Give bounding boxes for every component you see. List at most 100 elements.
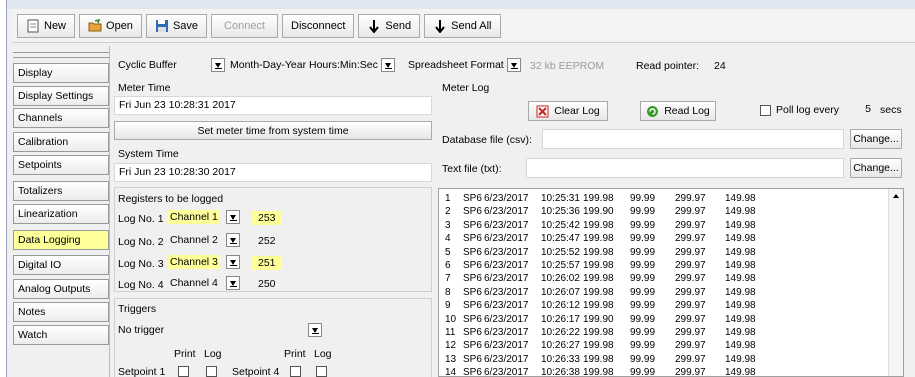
- change-database-file-button[interactable]: Change...: [850, 129, 902, 149]
- log-no-label: Log No. 4: [118, 279, 164, 291]
- date-format-select[interactable]: Month-Day-Year Hours:Min:Sec: [230, 58, 395, 72]
- disconnect-button[interactable]: Disconnect: [282, 13, 355, 38]
- chevron-down-icon[interactable]: [225, 255, 240, 269]
- poll-log-checkbox[interactable]: [760, 105, 771, 116]
- log-channel-value: Channel 1: [168, 210, 220, 224]
- log-no-label: Log No. 1: [118, 213, 164, 225]
- sidebar-item-display-settings[interactable]: Display Settings: [13, 86, 109, 106]
- refresh-icon: [647, 105, 659, 117]
- save-button[interactable]: Save: [145, 13, 208, 38]
- log-cell: 8: [445, 286, 451, 298]
- title-strip: [7, 0, 915, 9]
- log-cell: SP6: [463, 286, 482, 298]
- chevron-down-icon[interactable]: [506, 58, 521, 72]
- log-cell: 199.98: [583, 246, 614, 258]
- log-cell: 10:25:31: [541, 193, 580, 204]
- new-button[interactable]: New: [17, 13, 76, 38]
- clear-log-icon: [536, 105, 549, 117]
- connect-button[interactable]: Connect: [211, 13, 278, 38]
- sidebar-item-linearization[interactable]: Linearization: [13, 204, 109, 224]
- chevron-down-icon[interactable]: [380, 58, 395, 72]
- log-cell: SP6: [463, 313, 482, 325]
- log-cell: 299.97: [675, 353, 706, 365]
- log-channel-select[interactable]: Channel 2: [168, 233, 240, 247]
- sidebar-item-notes[interactable]: Notes: [13, 302, 109, 322]
- poll-interval-input[interactable]: 5: [840, 100, 876, 119]
- nav-divider: [13, 52, 109, 58]
- log-cell: 7: [445, 273, 451, 285]
- log-cell: 149.98: [725, 367, 756, 377]
- chevron-down-icon[interactable]: [210, 58, 225, 72]
- read-log-button[interactable]: Read Log: [640, 101, 716, 121]
- log-cell: 6/23/2017: [484, 219, 529, 231]
- log-cell: 149.98: [725, 353, 756, 365]
- log-cell: 199.98: [583, 340, 614, 352]
- sidebar-item-display[interactable]: Display: [13, 63, 109, 83]
- log-cell: 99.99: [630, 273, 656, 285]
- read-log-label: Read Log: [664, 105, 710, 117]
- log-channel-select[interactable]: Channel 1: [168, 210, 240, 224]
- trigger-value: No trigger: [118, 324, 165, 336]
- text-file-input[interactable]: [526, 158, 844, 178]
- meter-time-heading: Meter Time: [118, 82, 171, 94]
- open-button[interactable]: Open: [79, 13, 142, 38]
- log-cell: 149.98: [725, 233, 756, 245]
- chevron-down-icon[interactable]: [225, 276, 240, 290]
- trigger-select[interactable]: No trigger: [118, 323, 322, 337]
- log-cell: 6/23/2017: [484, 206, 529, 218]
- setpoint4-log-checkbox[interactable]: [316, 366, 327, 377]
- log-scrollbar[interactable]: [888, 189, 903, 376]
- database-file-input[interactable]: [542, 129, 844, 149]
- log-cell: 5: [445, 246, 451, 258]
- log-cell: SP6: [463, 300, 482, 312]
- chevron-down-icon[interactable]: [225, 210, 240, 224]
- change-button-label: Change...: [853, 162, 899, 174]
- log-cell: 6/23/2017: [484, 327, 529, 338]
- change-button-label: Change...: [853, 133, 899, 145]
- log-cell: 99.99: [630, 340, 656, 352]
- sidebar-item-channels[interactable]: Channels: [13, 108, 109, 128]
- sidebar-item-analog-outputs[interactable]: Analog Outputs: [13, 279, 109, 299]
- sidebar-item-calibration[interactable]: Calibration: [13, 132, 109, 152]
- log-channel-value: Channel 3: [168, 255, 220, 269]
- sidebar-item-setpoints[interactable]: Setpoints: [13, 155, 109, 175]
- log-cell: 1: [445, 193, 451, 204]
- log-cell: 149.98: [725, 327, 756, 338]
- log-cell: 10:25:42: [541, 219, 580, 231]
- change-text-file-button[interactable]: Change...: [850, 158, 902, 178]
- chevron-down-icon[interactable]: [308, 323, 322, 337]
- log-cell: 11: [445, 327, 456, 338]
- log-cell: 6/23/2017: [484, 300, 529, 312]
- nav-separator: [109, 46, 110, 377]
- log-channel-select[interactable]: Channel 3: [168, 255, 240, 269]
- send-button[interactable]: Send: [358, 13, 421, 38]
- chevron-down-icon[interactable]: [225, 233, 240, 247]
- sidebar-item-data-logging[interactable]: Data Logging: [13, 230, 109, 250]
- buffer-mode-select[interactable]: Cyclic Buffer: [118, 58, 225, 72]
- log-list[interactable]: 1 SP6 6/23/2017 10:25:31 199.98 99.99 299.97 14…: [438, 188, 904, 377]
- sidebar-item-digital-io[interactable]: Digital IO: [13, 255, 109, 275]
- log-cell: 10:26:38: [541, 367, 580, 377]
- sidebar-item-totalizers[interactable]: Totalizers: [13, 181, 109, 201]
- clear-log-label: Clear Log: [554, 105, 600, 117]
- setpoint4-print-checkbox[interactable]: [290, 366, 301, 377]
- file-format-select[interactable]: Spreadsheet Format: [408, 58, 521, 72]
- sidebar-item-watch[interactable]: Watch: [13, 325, 109, 345]
- text-file-label: Text file (txt):: [442, 163, 502, 175]
- log-cell: 299.97: [675, 246, 706, 258]
- log-cell: 10:26:12: [541, 300, 580, 312]
- log-channel-select[interactable]: Channel 4: [168, 276, 240, 290]
- log-cell: 4: [445, 233, 451, 245]
- log-cell: 199.98: [583, 233, 614, 245]
- download-arrow-icon: [369, 19, 380, 33]
- file-format-value: Spreadsheet Format: [408, 59, 504, 71]
- log-cell: 99.99: [630, 300, 656, 312]
- log-cell: 149.98: [725, 260, 756, 271]
- send-all-button[interactable]: Send All: [424, 13, 501, 38]
- setpoint1-log-checkbox[interactable]: [206, 366, 217, 377]
- setpoint1-print-checkbox[interactable]: [178, 366, 189, 377]
- log-cell: 149.98: [725, 206, 756, 218]
- set-meter-time-button[interactable]: Set meter time from system time: [114, 121, 432, 140]
- log-register-value: 252: [258, 235, 276, 247]
- clear-log-button[interactable]: Clear Log: [528, 101, 608, 121]
